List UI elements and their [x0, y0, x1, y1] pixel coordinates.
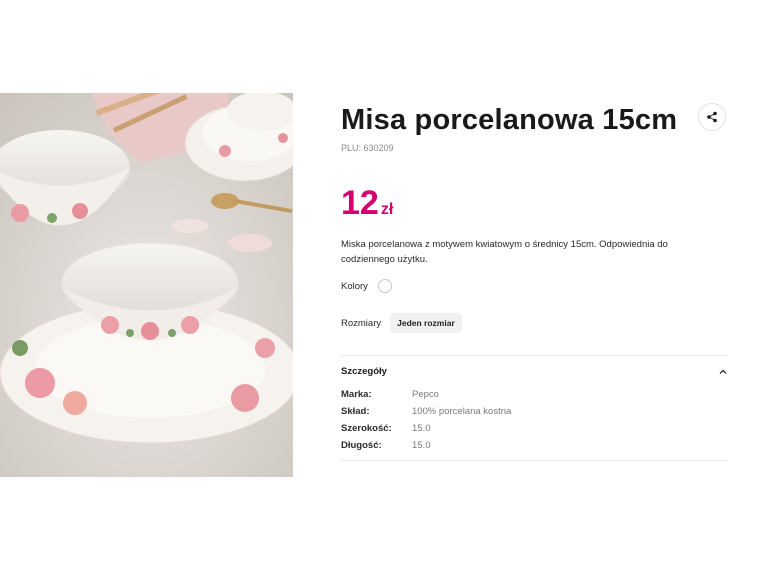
product-image	[0, 93, 293, 477]
colors-label: Kolory	[341, 280, 368, 292]
color-swatch[interactable]	[377, 279, 392, 293]
details-toggle[interactable]: Szczegóły	[341, 366, 728, 377]
size-option[interactable]: Jeden rozmiar	[390, 313, 462, 333]
product-price: 12 zł	[341, 184, 393, 222]
spec-value: 15.0	[412, 440, 431, 451]
spec-key: Długość:	[341, 440, 382, 451]
product-title: Misa porcelanowa 15cm	[341, 104, 678, 136]
spec-key: Szerokość:	[341, 423, 392, 434]
product-photo	[0, 93, 293, 477]
price-currency: zł	[380, 201, 394, 218]
sizes-row: Rozmiary Jeden rozmiar	[341, 313, 462, 333]
spec-value: Pepco	[412, 389, 439, 400]
divider	[341, 460, 728, 461]
divider	[341, 355, 728, 356]
spec-key: Skład:	[341, 406, 370, 417]
spec-value: 15.0	[412, 423, 431, 434]
chevron-up-icon	[719, 369, 727, 374]
spec-key: Marka:	[341, 389, 372, 400]
spec-value: 100% porcelana kostna	[412, 406, 512, 417]
details-title: Szczegóły	[341, 366, 387, 377]
share-icon	[707, 111, 717, 123]
share-button[interactable]	[698, 103, 726, 131]
sizes-label: Rozmiary	[341, 317, 382, 329]
price-amount: 12	[341, 184, 379, 222]
product-plu: PLU: 630209	[341, 143, 394, 153]
product-description: Miska porcelanowa z motywem kwiatowym o …	[341, 239, 668, 265]
colors-row: Kolory	[341, 279, 392, 293]
